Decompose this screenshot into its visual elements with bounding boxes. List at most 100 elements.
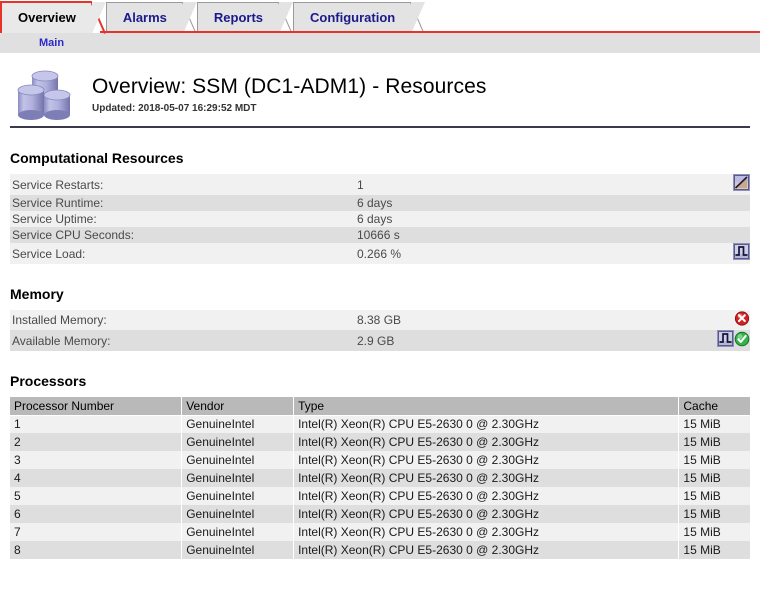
computational-row-value: 6 days — [355, 195, 685, 211]
page-header-text: Overview: SSM (DC1-ADM1) - Resources Upd… — [92, 75, 487, 114]
tab-overview-label: Overview — [18, 10, 76, 25]
processors-cell: 15 MiB — [679, 451, 750, 469]
computational-row: Service Runtime:6 days — [10, 195, 750, 211]
processors-cell: 1 — [10, 415, 182, 433]
processors-cell: GenuineIntel — [182, 451, 294, 469]
page-header: Overview: SSM (DC1-ADM1) - Resources Upd… — [0, 54, 760, 124]
processors-cell: Intel(R) Xeon(R) CPU E5-2630 0 @ 2.30GHz — [294, 433, 679, 451]
processors-cell: GenuineIntel — [182, 505, 294, 523]
tab-reports[interactable]: Reports — [197, 2, 279, 33]
step-chart-icon[interactable] — [717, 330, 734, 351]
processors-cell: GenuineIntel — [182, 469, 294, 487]
processors-table-row: 1GenuineIntelIntel(R) Xeon(R) CPU E5-263… — [10, 415, 750, 433]
tab-overview[interactable]: Overview — [0, 1, 92, 33]
database-stack-icon — [12, 64, 78, 124]
computational-row-icons — [685, 174, 750, 195]
processors-cell: 7 — [10, 523, 182, 541]
processors-cell: 15 MiB — [679, 523, 750, 541]
processors-table-row: 8GenuineIntelIntel(R) Xeon(R) CPU E5-263… — [10, 541, 750, 559]
tab-alarms[interactable]: Alarms — [106, 2, 183, 33]
section-processors: Processors Processor NumberVendorTypeCac… — [10, 373, 750, 559]
processors-table-row: 7GenuineIntelIntel(R) Xeon(R) CPU E5-263… — [10, 523, 750, 541]
processors-cell: Intel(R) Xeon(R) CPU E5-2630 0 @ 2.30GHz — [294, 469, 679, 487]
processors-cell: GenuineIntel — [182, 523, 294, 541]
processors-cell: Intel(R) Xeon(R) CPU E5-2630 0 @ 2.30GHz — [294, 541, 679, 559]
computational-row: Service Restarts:1 — [10, 174, 750, 195]
tab-reports-label: Reports — [214, 10, 263, 25]
processors-cell: 15 MiB — [679, 541, 750, 559]
processors-cell: 15 MiB — [679, 415, 750, 433]
computational-row-icons — [685, 195, 750, 211]
memory-row-icons — [685, 310, 750, 330]
computational-row: Service CPU Seconds:10666 s — [10, 227, 750, 243]
processors-cell: GenuineIntel — [182, 487, 294, 505]
section-computational-resources: Computational Resources Service Restarts… — [10, 150, 750, 264]
processors-cell: Intel(R) Xeon(R) CPU E5-2630 0 @ 2.30GHz — [294, 451, 679, 469]
memory-row: Installed Memory:8.38 GB — [10, 310, 750, 330]
section-title-memory: Memory — [10, 286, 750, 302]
computational-row-value: 1 — [355, 174, 685, 195]
section-title-processors: Processors — [10, 373, 750, 389]
subnav-link-main[interactable]: Main — [39, 37, 64, 49]
processors-table-row: 5GenuineIntelIntel(R) Xeon(R) CPU E5-263… — [10, 487, 750, 505]
memory-row-icons — [685, 330, 750, 351]
page-title: Overview: SSM (DC1-ADM1) - Resources — [92, 75, 487, 99]
header-divider — [10, 126, 750, 128]
processors-cell: 8 — [10, 541, 182, 559]
processors-cell: GenuineIntel — [182, 433, 294, 451]
error-badge-icon[interactable] — [734, 310, 750, 330]
trend-chart-icon[interactable] — [733, 174, 750, 195]
computational-row-icons — [685, 243, 750, 264]
processors-cell: GenuineIntel — [182, 541, 294, 559]
processors-table-header-row: Processor NumberVendorTypeCache — [10, 397, 750, 415]
computational-resources-table: Service Restarts:1Service Runtime:6 days… — [10, 174, 750, 264]
tab-bar: Overview Alarms Reports Configuration — [0, 0, 760, 33]
processors-cell: Intel(R) Xeon(R) CPU E5-2630 0 @ 2.30GHz — [294, 505, 679, 523]
step-chart-icon[interactable] — [733, 243, 750, 264]
processors-column-header: Processor Number — [10, 397, 182, 415]
processors-column-header: Type — [294, 397, 679, 415]
processors-cell: 5 — [10, 487, 182, 505]
computational-row-value: 10666 s — [355, 227, 685, 243]
processors-table-row: 6GenuineIntelIntel(R) Xeon(R) CPU E5-263… — [10, 505, 750, 523]
processors-cell: 4 — [10, 469, 182, 487]
processors-table-row: 4GenuineIntelIntel(R) Xeon(R) CPU E5-263… — [10, 469, 750, 487]
processors-cell: Intel(R) Xeon(R) CPU E5-2630 0 @ 2.30GHz — [294, 415, 679, 433]
computational-row-label: Service CPU Seconds: — [10, 227, 355, 243]
processors-cell: GenuineIntel — [182, 415, 294, 433]
page-updated-timestamp: Updated: 2018-05-07 16:29:52 MDT — [92, 103, 487, 114]
computational-row-value: 0.266 % — [355, 243, 685, 264]
tab-configuration-label: Configuration — [310, 10, 395, 25]
processors-cell: 15 MiB — [679, 487, 750, 505]
tab-alarms-label: Alarms — [123, 10, 167, 25]
processors-column-header: Vendor — [182, 397, 294, 415]
memory-row-value: 8.38 GB — [355, 310, 685, 330]
memory-row-label: Installed Memory: — [10, 310, 355, 330]
memory-row-value: 2.9 GB — [355, 330, 685, 351]
processors-table-row: 2GenuineIntelIntel(R) Xeon(R) CPU E5-263… — [10, 433, 750, 451]
tab-list: Overview Alarms Reports Configuration — [0, 0, 425, 33]
computational-row: Service Uptime:6 days — [10, 211, 750, 227]
memory-row: Available Memory:2.9 GB — [10, 330, 750, 351]
processors-table: Processor NumberVendorTypeCache 1Genuine… — [10, 397, 750, 559]
tab-configuration[interactable]: Configuration — [293, 2, 411, 33]
processors-cell: 15 MiB — [679, 505, 750, 523]
ok-badge-icon[interactable] — [734, 331, 750, 351]
computational-row: Service Load:0.266 % — [10, 243, 750, 264]
processors-table-row: 3GenuineIntelIntel(R) Xeon(R) CPU E5-263… — [10, 451, 750, 469]
sub-navigation-bar: Main — [0, 33, 760, 54]
processors-cell: Intel(R) Xeon(R) CPU E5-2630 0 @ 2.30GHz — [294, 487, 679, 505]
computational-row-value: 6 days — [355, 211, 685, 227]
computational-row-label: Service Load: — [10, 243, 355, 264]
computational-row-label: Service Uptime: — [10, 211, 355, 227]
processors-cell: Intel(R) Xeon(R) CPU E5-2630 0 @ 2.30GHz — [294, 523, 679, 541]
memory-table: Installed Memory:8.38 GBAvailable Memory… — [10, 310, 750, 351]
section-title-computational: Computational Resources — [10, 150, 750, 166]
computational-row-icons — [685, 211, 750, 227]
section-memory: Memory Installed Memory:8.38 GBAvailable… — [10, 286, 750, 351]
processors-cell: 3 — [10, 451, 182, 469]
tab-edge-slash — [91, 2, 106, 35]
processors-cell: 6 — [10, 505, 182, 523]
computational-row-icons — [685, 227, 750, 243]
computational-row-label: Service Runtime: — [10, 195, 355, 211]
